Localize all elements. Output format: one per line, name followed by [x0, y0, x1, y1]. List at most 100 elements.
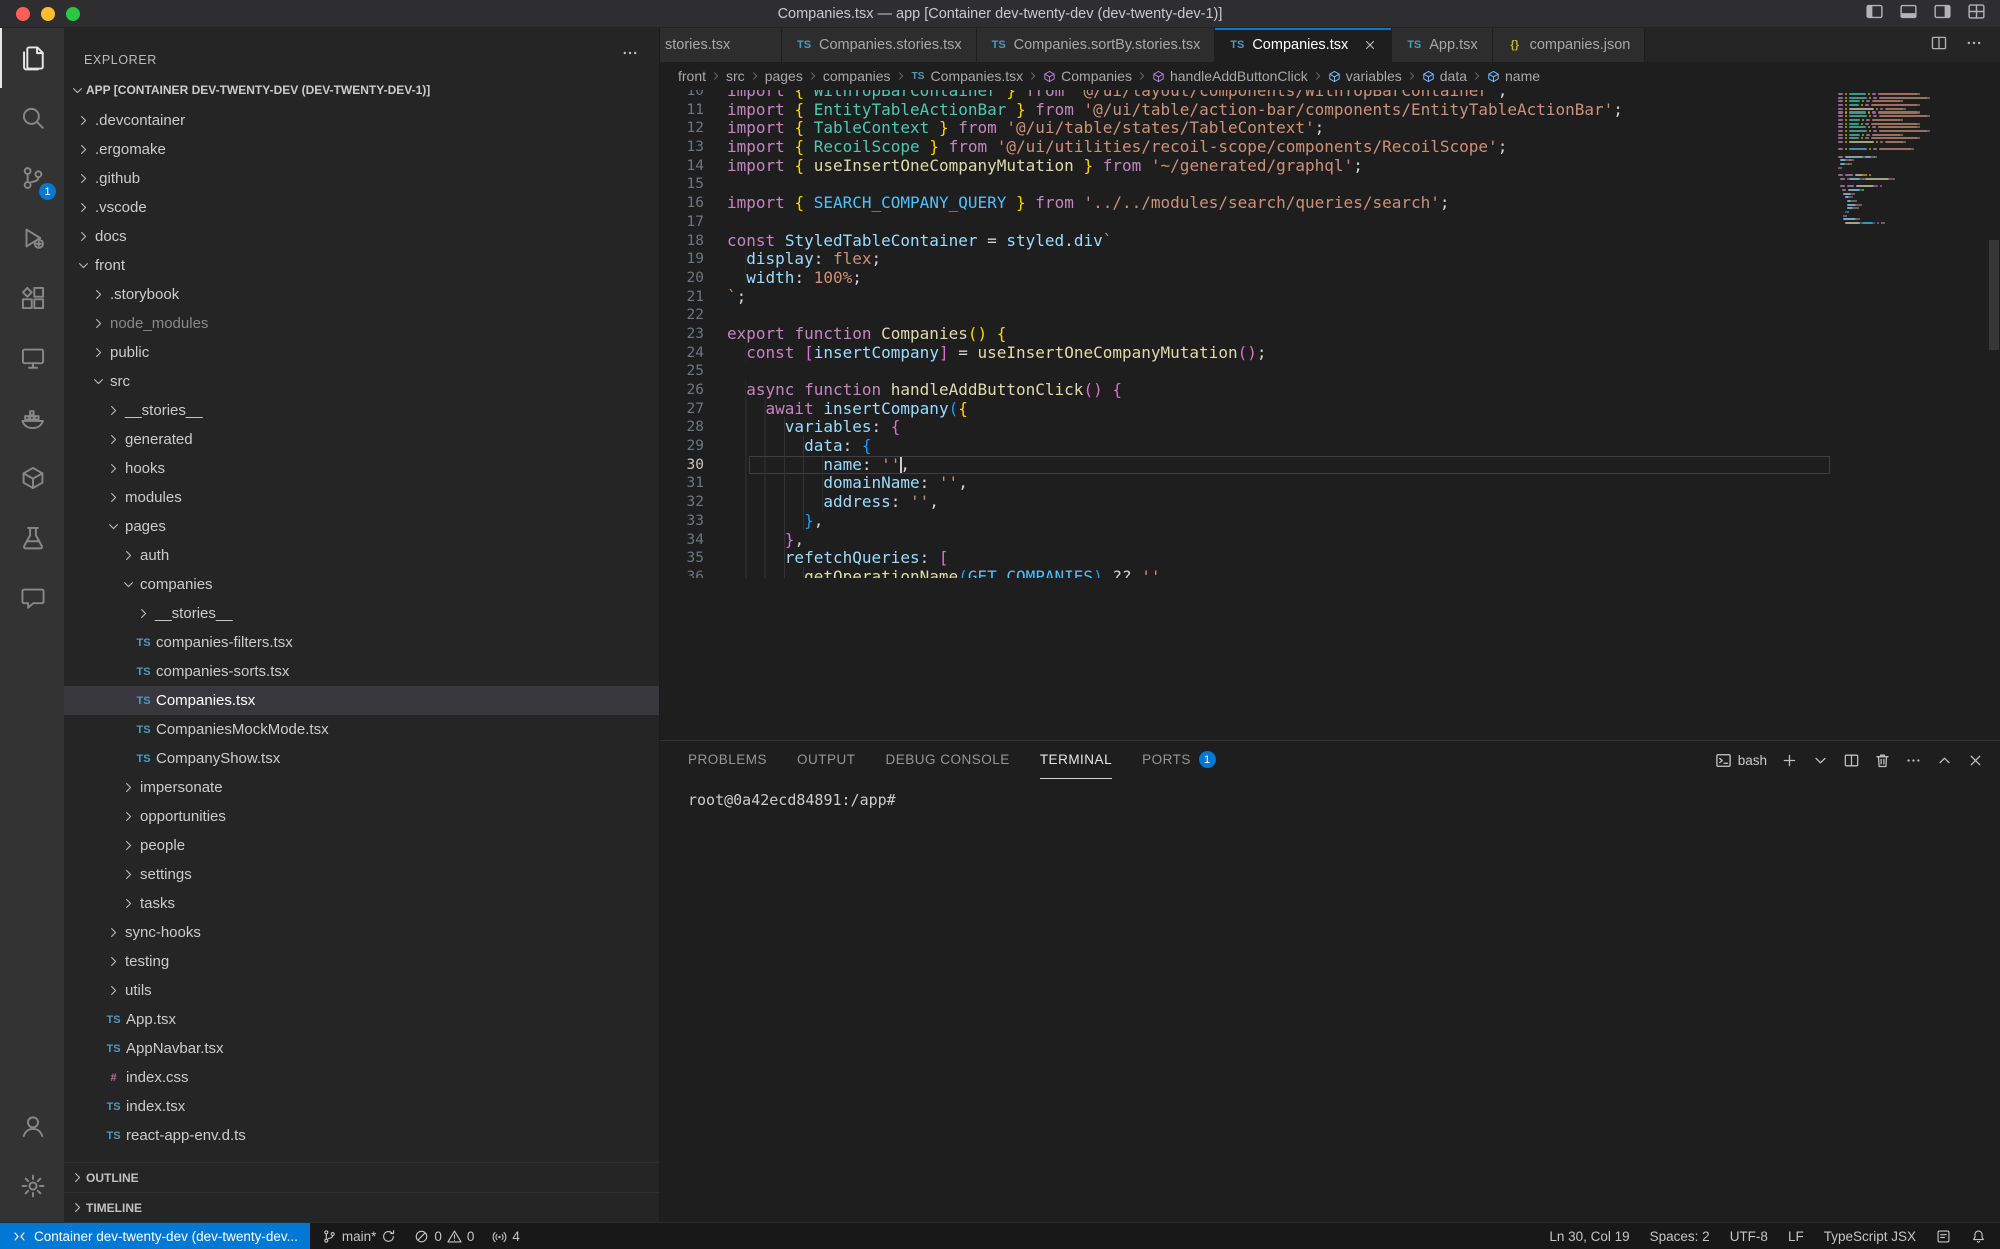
activitybar-run-and-debug[interactable]: [0, 208, 64, 268]
tree-item-companies-tsx[interactable]: TSCompanies.tsx: [64, 686, 659, 715]
breadcrumb-companies[interactable]: Companies: [1043, 68, 1132, 84]
terminal-profiles-dropdown-button[interactable]: [1812, 752, 1829, 769]
tree-item-ergomake[interactable]: .ergomake: [64, 135, 659, 164]
activitybar-explorer[interactable]: [0, 28, 64, 88]
activitybar-docker[interactable]: [0, 388, 64, 448]
tree-item-appnavbar-tsx[interactable]: TSAppNavbar.tsx: [64, 1034, 659, 1063]
kill-terminal-button[interactable]: [1874, 752, 1891, 769]
status-notifications[interactable]: [1971, 1229, 1986, 1244]
breadcrumb-name[interactable]: name: [1487, 68, 1540, 84]
panel-tab-terminal[interactable]: TERMINAL: [1040, 741, 1112, 779]
maximize-panel-button[interactable]: [1936, 752, 1953, 769]
tree-item-hooks[interactable]: hooks: [64, 454, 659, 483]
tab-companies-stories-tsx[interactable]: TSCompanies.stories.tsx: [782, 28, 977, 62]
breadcrumb-front[interactable]: front: [678, 68, 706, 84]
close-panel-button[interactable]: [1967, 752, 1984, 769]
tree-item-stories[interactable]: __stories__: [64, 396, 659, 425]
code-line-17[interactable]: 17: [660, 213, 2000, 232]
terminal-content[interactable]: root@0a42ecd84891:/app#: [660, 779, 2000, 809]
explorer-root-section-header[interactable]: APP [CONTAINER DEV-TWENTY-DEV (DEV-TWENT…: [64, 74, 659, 106]
activitybar-extensions[interactable]: [0, 268, 64, 328]
activitybar-remote-explorer[interactable]: [0, 328, 64, 388]
tree-item-github[interactable]: .github: [64, 164, 659, 193]
tree-item-companies-filters-tsx[interactable]: TScompanies-filters.tsx: [64, 628, 659, 657]
customize-layout-button[interactable]: [1967, 2, 1986, 26]
terminal-shell-selector[interactable]: bash: [1715, 752, 1767, 769]
tree-item-companies[interactable]: companies: [64, 570, 659, 599]
code-line-21[interactable]: 21`;: [660, 288, 2000, 307]
activitybar-accounts[interactable]: [0, 1096, 64, 1156]
tree-item-utils[interactable]: utils: [64, 976, 659, 1005]
toggle-panel-button[interactable]: [1899, 2, 1918, 26]
tree-item-devcontainer[interactable]: .devcontainer: [64, 106, 659, 135]
code-line-22[interactable]: 22: [660, 306, 2000, 325]
toggle-secondary-sidebar-button[interactable]: [1933, 2, 1952, 26]
tree-item-app-tsx[interactable]: TSApp.tsx: [64, 1005, 659, 1034]
code-line-12[interactable]: 12import { TableContext } from '@/ui/tab…: [660, 119, 2000, 138]
toggle-primary-sidebar-button[interactable]: [1865, 2, 1884, 26]
activitybar-testing[interactable]: [0, 508, 64, 568]
tab-stories-tsx[interactable]: stories.tsx: [660, 28, 782, 62]
more-editor-actions-button[interactable]: [1965, 34, 1983, 57]
panel-tab-ports[interactable]: PORTS1: [1142, 741, 1216, 779]
code-line-32[interactable]: 32 address: '',: [660, 493, 2000, 512]
tree-item-settings[interactable]: settings: [64, 860, 659, 889]
breadcrumb-companies[interactable]: companies: [823, 68, 891, 84]
code-line-13[interactable]: 13import { RecoilScope } from '@/ui/util…: [660, 138, 2000, 157]
tree-item-sync-hooks[interactable]: sync-hooks: [64, 918, 659, 947]
tree-item-auth[interactable]: auth: [64, 541, 659, 570]
code-line-29[interactable]: 29 data: {: [660, 437, 2000, 456]
code-line-24[interactable]: 24 const [insertCompany] = useInsertOneC…: [660, 344, 2000, 363]
code-line-31[interactable]: 31 domainName: '',: [660, 474, 2000, 493]
tree-item-index-tsx[interactable]: TSindex.tsx: [64, 1092, 659, 1121]
outline-section-header[interactable]: OUTLINE: [64, 1162, 659, 1192]
status-encoding[interactable]: UTF-8: [1730, 1229, 1768, 1244]
tree-item-pages[interactable]: pages: [64, 512, 659, 541]
breadcrumb-pages[interactable]: pages: [765, 68, 803, 84]
tree-item-front[interactable]: front: [64, 251, 659, 280]
status-git-branch[interactable]: main*: [322, 1229, 397, 1244]
new-terminal-button[interactable]: [1781, 752, 1798, 769]
tree-item-opportunities[interactable]: opportunities: [64, 802, 659, 831]
status-problems[interactable]: 00: [414, 1229, 474, 1244]
tree-item-impersonate[interactable]: impersonate: [64, 773, 659, 802]
breadcrumb-data[interactable]: data: [1422, 68, 1467, 84]
panel-tab-problems[interactable]: PROBLEMS: [688, 741, 767, 779]
activitybar-source-control[interactable]: 1: [0, 148, 64, 208]
tree-item-react-app-env-d-ts[interactable]: TSreact-app-env.d.ts: [64, 1121, 659, 1150]
code-line-35[interactable]: 35 refetchQueries: [: [660, 549, 2000, 568]
tree-item-storybook[interactable]: .storybook: [64, 280, 659, 309]
code-line-30[interactable]: 30 name: '',: [660, 456, 2000, 475]
tree-item-modules[interactable]: modules: [64, 483, 659, 512]
code-line-14[interactable]: 14import { useInsertOneCompanyMutation }…: [660, 157, 2000, 176]
tree-item-stories[interactable]: __stories__: [64, 599, 659, 628]
code-line-23[interactable]: 23export function Companies() {: [660, 325, 2000, 344]
status-language-mode[interactable]: TypeScript JSX: [1824, 1229, 1916, 1244]
tree-item-src[interactable]: src: [64, 367, 659, 396]
code-line-36[interactable]: 36 getOperationName(GET_COMPANIES) ?? ''…: [660, 568, 2000, 578]
tree-item-generated[interactable]: generated: [64, 425, 659, 454]
code-line-18[interactable]: 18const StyledTableContainer = styled.di…: [660, 232, 2000, 251]
tree-item-index-css[interactable]: #index.css: [64, 1063, 659, 1092]
code-line-20[interactable]: 20 width: 100%;: [660, 269, 2000, 288]
timeline-section-header[interactable]: TIMELINE: [64, 1192, 659, 1222]
code-line-28[interactable]: 28 variables: {: [660, 418, 2000, 437]
tab-companies-sortby-stories-tsx[interactable]: TSCompanies.sortBy.stories.tsx: [977, 28, 1216, 62]
code-line-11[interactable]: 11import { EntityTableActionBar } from '…: [660, 101, 2000, 120]
tab-app-tsx[interactable]: TSApp.tsx: [1392, 28, 1492, 62]
status-formatter[interactable]: [1936, 1229, 1951, 1244]
tree-item-companiesmockmode-tsx[interactable]: TSCompaniesMockMode.tsx: [64, 715, 659, 744]
code-line-26[interactable]: 26 async function handleAddButtonClick()…: [660, 381, 2000, 400]
code-line-34[interactable]: 34 },: [660, 531, 2000, 550]
breadcrumb-variables[interactable]: variables: [1328, 68, 1402, 84]
tree-item-node-modules[interactable]: node_modules: [64, 309, 659, 338]
minimize-window-button[interactable]: [41, 7, 55, 21]
tree-item-vscode[interactable]: .vscode: [64, 193, 659, 222]
activitybar-chat[interactable]: [0, 568, 64, 628]
code-line-27[interactable]: 27 await insertCompany({: [660, 400, 2000, 419]
close-window-button[interactable]: [16, 7, 30, 21]
status-forwarded-ports[interactable]: 4: [492, 1229, 520, 1244]
tree-item-testing[interactable]: testing: [64, 947, 659, 976]
tree-item-docs[interactable]: docs: [64, 222, 659, 251]
close-tab-icon[interactable]: [1363, 38, 1377, 52]
